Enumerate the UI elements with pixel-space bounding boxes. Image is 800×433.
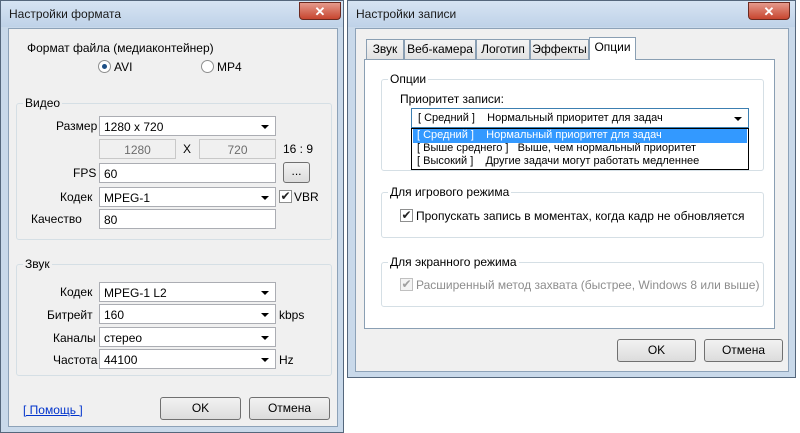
capture-method-checkbox[interactable]: ✔ bbox=[400, 278, 413, 291]
vbr-label[interactable]: VBR bbox=[294, 190, 319, 204]
audio-group-label: Звук bbox=[23, 257, 52, 271]
video-height-field[interactable]: 720 bbox=[199, 139, 276, 159]
priority-combo[interactable]: [ Средний ] Нормальный приоритет для зад… bbox=[411, 108, 749, 128]
priority-option-above-normal[interactable]: [ Выше среднего ] Выше, чем нормальный п… bbox=[413, 142, 747, 156]
quality-label: Качество bbox=[31, 212, 82, 226]
audio-codec-label: Кодек bbox=[60, 285, 93, 299]
quality-field[interactable]: 80 bbox=[99, 209, 276, 229]
frequency-unit: Hz bbox=[279, 353, 294, 367]
skip-frames-checkbox[interactable]: ✔ bbox=[400, 209, 413, 222]
container-format-label: Формат файла (медиаконтейнер) bbox=[27, 41, 214, 55]
fps-field[interactable]: 60 bbox=[99, 163, 276, 183]
mp4-radio[interactable] bbox=[201, 60, 214, 73]
channels-value: стерео bbox=[104, 331, 143, 345]
chevron-down-icon bbox=[261, 125, 269, 129]
skip-frames-label[interactable]: Пропускать запись в моментах, когда кадр… bbox=[416, 209, 745, 223]
chevron-down-icon bbox=[261, 291, 269, 295]
video-width-value: 1280 bbox=[124, 143, 151, 157]
audio-codec-combo[interactable]: MPEG-1 L2 bbox=[99, 282, 276, 302]
video-group-label: Видео bbox=[23, 96, 63, 110]
format-window-close-button[interactable]: ✕ bbox=[299, 2, 341, 20]
record-window-title: Настройки записи bbox=[356, 7, 457, 21]
chevron-down-icon bbox=[734, 117, 742, 121]
bitrate-unit: kbps bbox=[279, 308, 305, 322]
tab-effects[interactable]: Эффекты bbox=[530, 39, 589, 59]
help-link[interactable]: [ Помощь ] bbox=[23, 403, 83, 417]
options-group-label: Опции bbox=[388, 72, 429, 86]
channels-combo[interactable]: стерео bbox=[99, 327, 276, 347]
format-window-titlebar[interactable]: Настройки формата ✕ bbox=[1, 1, 343, 27]
chevron-down-icon bbox=[261, 196, 269, 200]
bitrate-label: Битрейт bbox=[47, 308, 93, 322]
tab-logo[interactable]: Логотип bbox=[476, 39, 530, 59]
video-width-field[interactable]: 1280 bbox=[99, 139, 176, 159]
video-codec-label: Кодек bbox=[60, 190, 93, 204]
chevron-down-icon bbox=[261, 358, 269, 362]
tab-webcam[interactable]: Веб-камера bbox=[404, 39, 476, 59]
frequency-value: 44100 bbox=[104, 353, 138, 367]
record-window-titlebar[interactable]: Настройки записи ✕ bbox=[348, 1, 795, 27]
video-size-combo[interactable]: 1280 x 720 bbox=[99, 116, 276, 136]
format-ok-button[interactable]: OK bbox=[160, 397, 241, 420]
capture-method-label[interactable]: Расширенный метод захвата (быстрее, Wind… bbox=[416, 278, 759, 292]
chevron-down-icon bbox=[261, 336, 269, 340]
priority-option-medium[interactable]: [ Средний ] Нормальный приоритет для зад… bbox=[413, 129, 747, 143]
video-codec-value: MPEG-1 bbox=[104, 191, 151, 205]
avi-radio-label[interactable]: AVI bbox=[114, 60, 132, 74]
channels-label: Каналы bbox=[53, 331, 96, 345]
format-window-title: Настройки формата bbox=[9, 7, 122, 21]
priority-value: [ Средний ] Нормальный приоритет для зад… bbox=[418, 112, 663, 124]
mp4-radio-label[interactable]: MP4 bbox=[217, 60, 242, 74]
video-size-label: Размер bbox=[56, 119, 98, 133]
game-mode-group-label: Для игрового режима bbox=[388, 185, 512, 199]
avi-radio[interactable] bbox=[98, 60, 111, 73]
times-sign: X bbox=[183, 142, 192, 156]
priority-label: Приоритет записи: bbox=[400, 92, 504, 106]
video-codec-combo[interactable]: MPEG-1 bbox=[99, 187, 276, 207]
bitrate-value: 160 bbox=[104, 308, 125, 322]
tab-options[interactable]: Опции bbox=[589, 37, 636, 60]
video-height-value: 720 bbox=[227, 143, 248, 157]
fps-more-button[interactable]: ... bbox=[283, 162, 310, 183]
record-window-close-button[interactable]: ✕ bbox=[748, 2, 790, 20]
audio-codec-value: MPEG-1 L2 bbox=[104, 286, 167, 300]
format-cancel-button[interactable]: Отмена bbox=[249, 397, 330, 420]
bitrate-combo[interactable]: 160 bbox=[99, 304, 276, 324]
frequency-combo[interactable]: 44100 bbox=[99, 349, 276, 369]
aspect-ratio-label: 16 : 9 bbox=[283, 142, 314, 156]
record-ok-button[interactable]: OK bbox=[617, 339, 696, 362]
priority-option-high[interactable]: [ Высокий ] Другие задачи могут работать… bbox=[413, 155, 747, 169]
frequency-label: Частота bbox=[53, 353, 98, 367]
record-cancel-button[interactable]: Отмена bbox=[704, 339, 783, 362]
fps-value: 60 bbox=[104, 167, 118, 181]
fps-label: FPS bbox=[73, 166, 97, 180]
video-size-value: 1280 x 720 bbox=[104, 120, 164, 134]
tab-sound[interactable]: Звук bbox=[366, 39, 404, 59]
quality-value: 80 bbox=[104, 213, 118, 227]
vbr-checkbox[interactable]: ✔ bbox=[279, 190, 292, 203]
chevron-down-icon bbox=[261, 313, 269, 317]
priority-dropdown-list: [ Средний ] Нормальный приоритет для зад… bbox=[411, 128, 749, 170]
screen-mode-group-label: Для экранного режима bbox=[388, 255, 519, 269]
